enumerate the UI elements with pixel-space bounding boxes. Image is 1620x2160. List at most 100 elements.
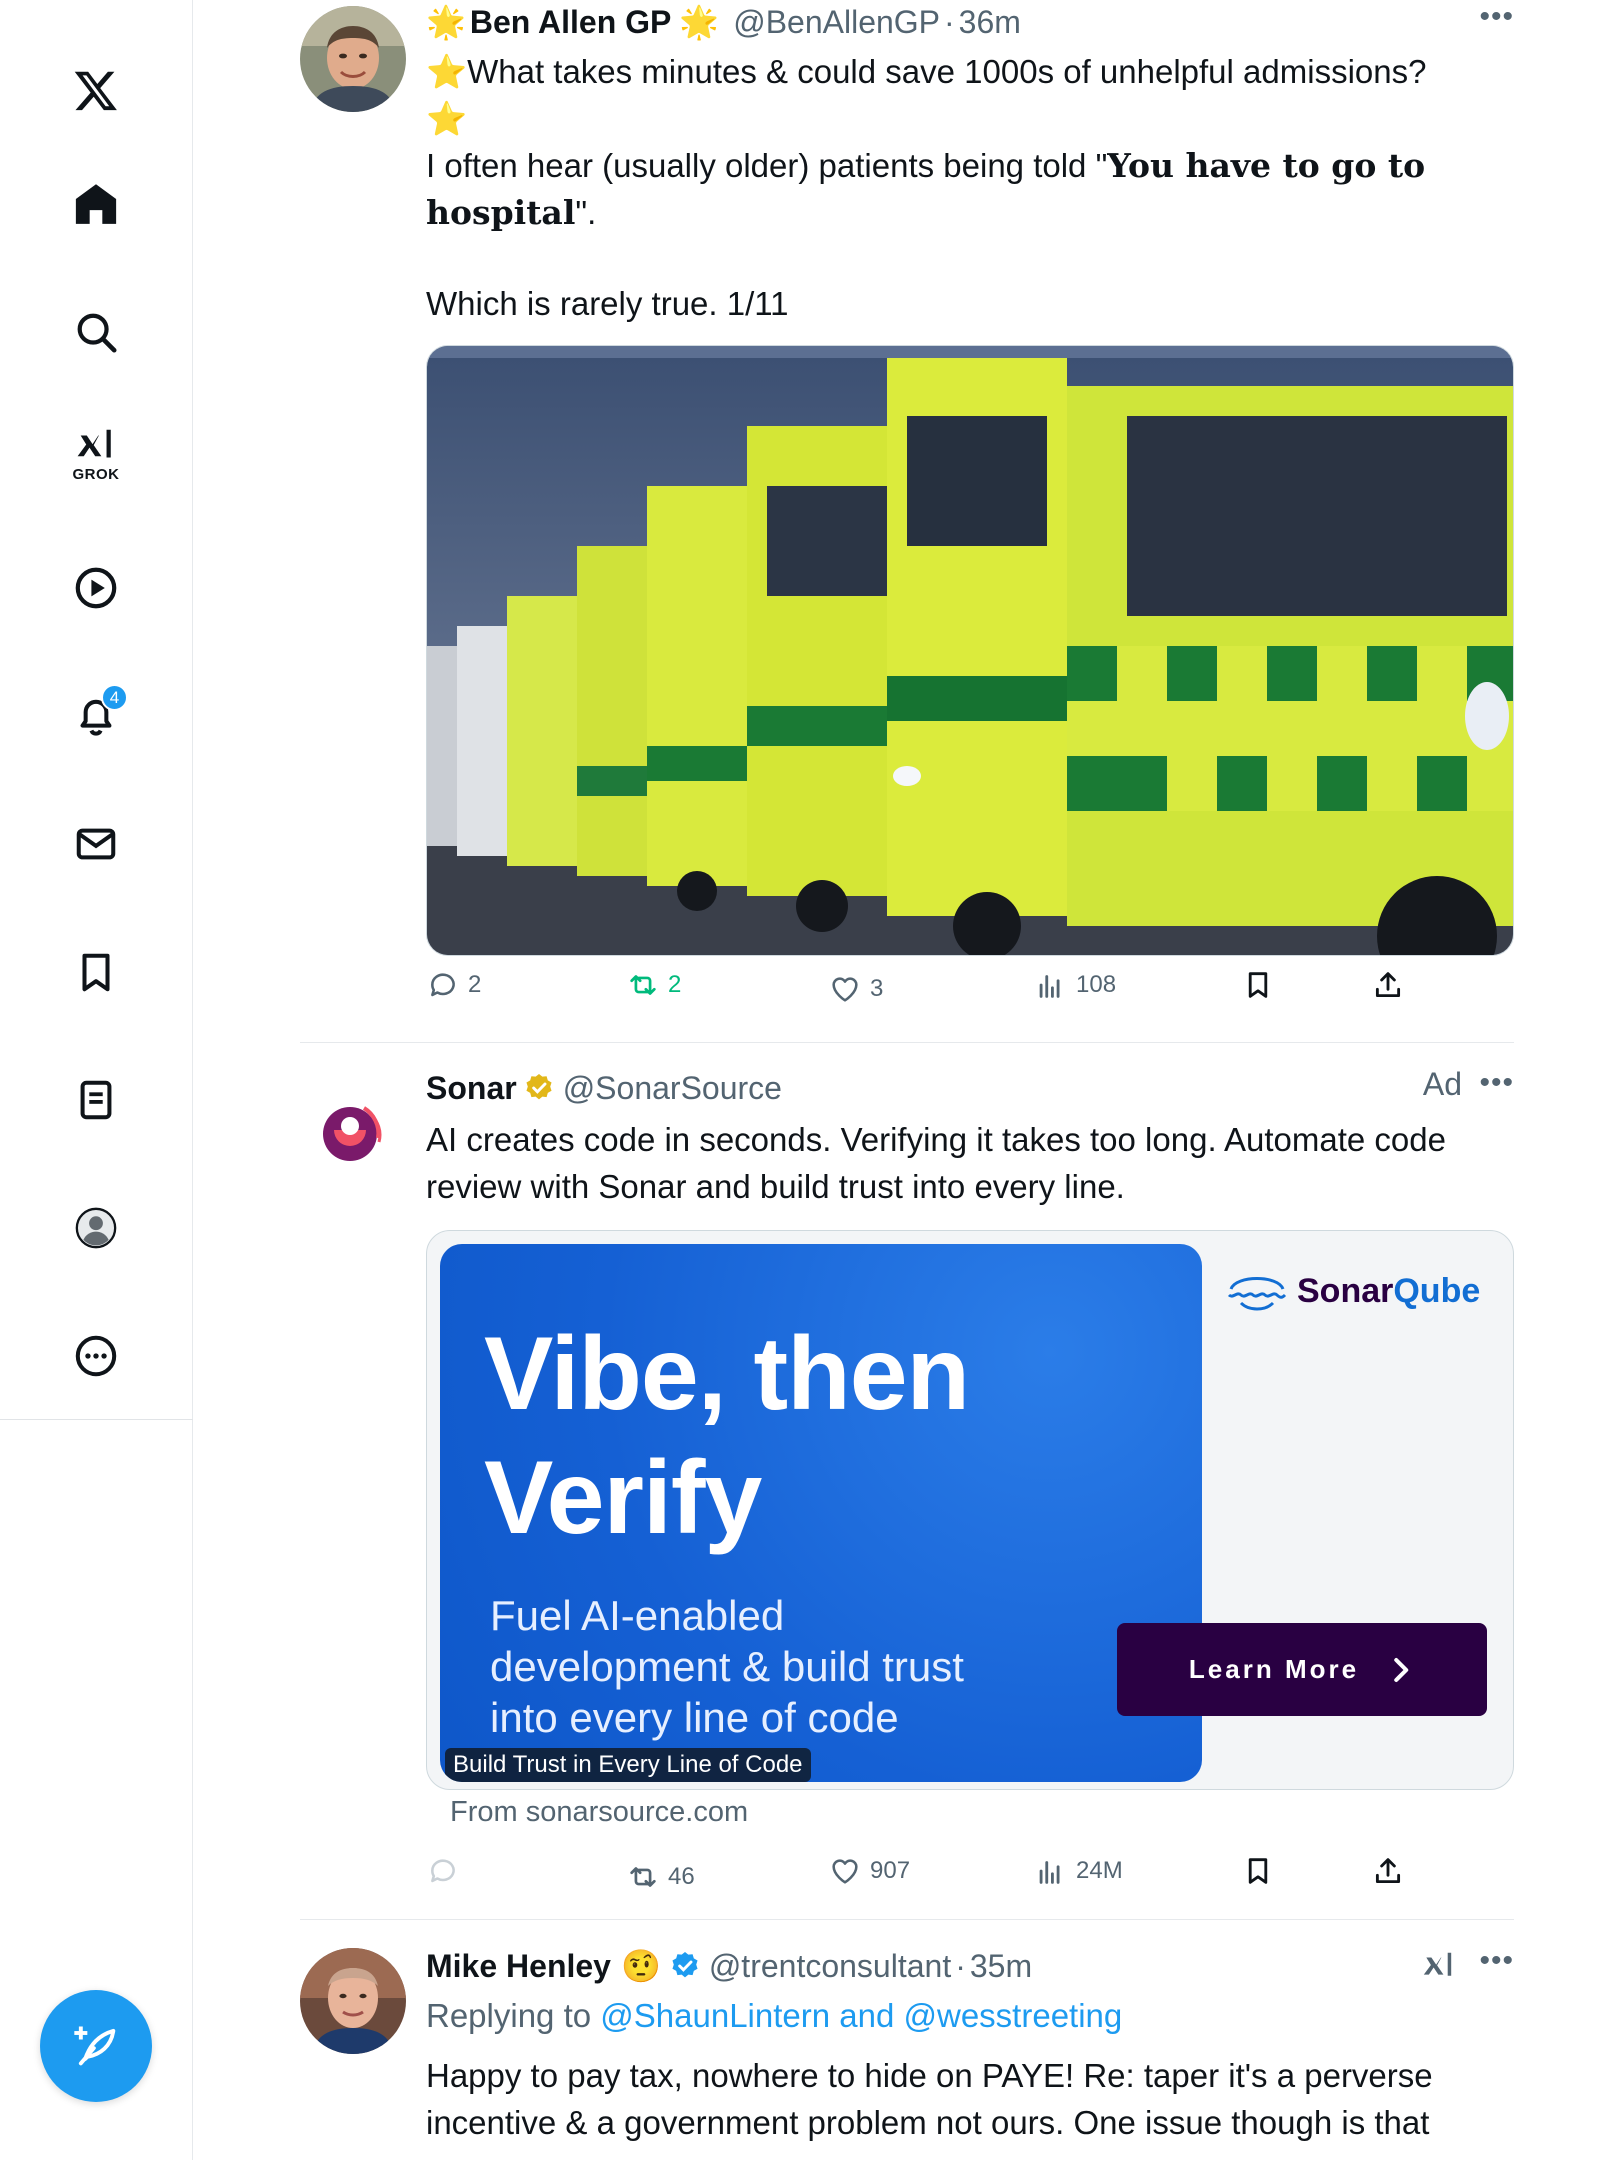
reply-button[interactable]: 2	[426, 968, 481, 1002]
post-divider	[300, 1919, 1514, 1920]
post-header: Mike Henley 🤨 @trentconsultant · 35m	[426, 1944, 1032, 1988]
more-options-icon[interactable]: •••	[1479, 1944, 1514, 1978]
ad-label: Ad	[1422, 1066, 1462, 1102]
reply-button[interactable]	[426, 1854, 460, 1888]
avatar[interactable]	[300, 6, 406, 112]
avatar[interactable]	[300, 1948, 406, 2054]
post-text-line: ⭐	[426, 100, 468, 137]
post-mike-henley[interactable]: Mike Henley 🤨 @trentconsultant · 35m •••…	[300, 1944, 1514, 2160]
author-handle[interactable]: @SonarSource	[563, 1070, 782, 1107]
bookmark-icon[interactable]	[64, 940, 128, 1004]
timestamp[interactable]: 35m	[970, 1948, 1032, 1985]
search-icon[interactable]	[64, 300, 128, 364]
post-text-line: ⭐What takes minutes & could save 1000s o…	[426, 53, 1427, 90]
notifications-badge: 4	[101, 684, 128, 711]
reply-count: 2	[468, 971, 482, 998]
post-text-span: I often hear (usually older) patients be…	[426, 147, 1108, 184]
repost-count: 46	[668, 1863, 695, 1890]
star-emoji: 🌟	[426, 4, 466, 40]
ad-headline: Vibe, then Verify	[484, 1312, 970, 1560]
grok-icon[interactable]: GROK	[64, 420, 128, 504]
author-handle[interactable]: @trentconsultant	[709, 1948, 951, 1985]
learn-more-label: Learn More	[1188, 1654, 1360, 1684]
repost-button[interactable]: 46	[626, 1860, 695, 1894]
share-icon	[1375, 1858, 1401, 1884]
post-actions: 2 2 3 108	[426, 968, 1426, 1012]
post-text-bold: hospital	[426, 193, 576, 232]
author-handle[interactable]: @BenAllenGP	[733, 4, 940, 41]
repost-icon	[630, 1867, 656, 1887]
post-text-line: review with Sonar and build trust into e…	[426, 1168, 1125, 1205]
post-actions: 46 907 24M	[426, 1854, 1426, 1898]
repost-icon	[630, 975, 656, 995]
post-text-line: AI creates code in seconds. Verifying it…	[426, 1121, 1446, 1158]
bookmark-icon	[1248, 972, 1268, 998]
compose-post-button[interactable]	[40, 1990, 152, 2102]
more-options-icon[interactable]: •••	[1479, 1066, 1514, 1100]
mail-icon[interactable]	[64, 812, 128, 876]
ad-subtext-line: development & build trust	[490, 1643, 964, 1690]
like-button[interactable]: 907	[828, 1854, 910, 1888]
verified-blue-icon	[672, 1952, 698, 1978]
replying-to-label: Replying to	[426, 1997, 592, 2034]
post-text-span: ".	[575, 194, 597, 231]
share-button[interactable]	[1371, 1854, 1405, 1888]
views-button[interactable]: 108	[1034, 968, 1116, 1002]
views-chart-icon	[1039, 1861, 1060, 1884]
feather-plus-icon	[74, 2026, 116, 2066]
post-sonar-ad[interactable]: Sonar @SonarSource Ad ••• AI creates cod…	[300, 1066, 1514, 1916]
post-ben-allen[interactable]: 🌟 Ben Allen GP 🌟 @BenAllenGP · 36m ••• ⭐…	[300, 0, 1514, 1040]
view-count: 24M	[1076, 1857, 1123, 1884]
heart-icon	[832, 977, 858, 1002]
like-count: 3	[870, 975, 884, 1002]
grok-icon[interactable]	[1420, 1948, 1458, 1986]
heart-icon	[832, 1859, 858, 1884]
repost-button[interactable]: 2	[626, 968, 681, 1002]
bell-icon[interactable]: 4	[64, 684, 128, 748]
more-circle-icon[interactable]	[64, 1324, 128, 1388]
grok-label: GROK	[72, 466, 120, 483]
separator-dot: ·	[944, 3, 955, 40]
ad-creative[interactable]: Vibe, then Verify Fuel AI-enabled develo…	[440, 1244, 1202, 1782]
ad-subtext: Fuel AI-enabled development & build trus…	[490, 1590, 964, 1743]
like-button[interactable]: 3	[828, 972, 883, 1006]
reply-handles-link[interactable]: @ShaunLintern and @wesstreeting	[600, 1997, 1122, 2034]
raised-eyebrow-emoji: 🤨	[620, 1948, 661, 1984]
author-name[interactable]: Ben Allen GP	[470, 4, 672, 41]
video-icon[interactable]	[64, 556, 128, 620]
list-icon[interactable]	[64, 1068, 128, 1132]
sonarqube-logo: SonarQube	[1227, 1271, 1480, 1311]
more-options-icon[interactable]: •••	[1479, 0, 1514, 34]
share-icon	[1375, 972, 1401, 998]
ad-subtext-line: Fuel AI-enabled	[490, 1592, 785, 1639]
view-count: 108	[1076, 971, 1117, 998]
post-image-ambulances[interactable]	[426, 345, 1514, 956]
bookmark-button[interactable]	[1241, 1854, 1275, 1888]
x-logo-icon[interactable]	[64, 58, 128, 122]
post-divider	[300, 1042, 1514, 1043]
ad-source-link[interactable]: From sonarsource.com	[450, 1796, 748, 1829]
bookmark-icon	[1248, 1858, 1268, 1884]
reply-icon	[431, 973, 455, 997]
timestamp[interactable]: 36m	[959, 4, 1021, 41]
profile-icon[interactable]	[64, 1196, 128, 1260]
post-header: 🌟 Ben Allen GP 🌟 @BenAllenGP · 36m	[426, 0, 1021, 44]
logo-qube-text: Qube	[1393, 1271, 1481, 1310]
repost-count: 2	[668, 971, 682, 998]
post-text-bold: You have to go to	[1107, 146, 1426, 185]
ad-card[interactable]: Vibe, then Verify Fuel AI-enabled develo…	[426, 1230, 1514, 1790]
star-emoji: 🌟	[679, 4, 720, 40]
author-name[interactable]: Mike Henley	[426, 1948, 611, 1985]
sonar-logo-avatar[interactable]	[314, 1092, 394, 1172]
sonarqube-wave-icon	[1227, 1277, 1287, 1311]
share-button[interactable]	[1371, 968, 1405, 1002]
sidebar-divider	[0, 1419, 193, 1420]
bookmark-button[interactable]	[1241, 968, 1275, 1002]
home-icon[interactable]	[64, 172, 128, 236]
verified-gold-icon	[526, 1074, 552, 1100]
learn-more-button[interactable]: Learn More	[1117, 1623, 1487, 1716]
author-name[interactable]: Sonar	[426, 1070, 517, 1107]
post-text-line: Happy to pay tax, nowhere to hide on PAY…	[426, 2057, 1433, 2094]
ad-headline-line: Verify	[484, 1440, 762, 1556]
views-button[interactable]: 24M	[1034, 1854, 1123, 1888]
